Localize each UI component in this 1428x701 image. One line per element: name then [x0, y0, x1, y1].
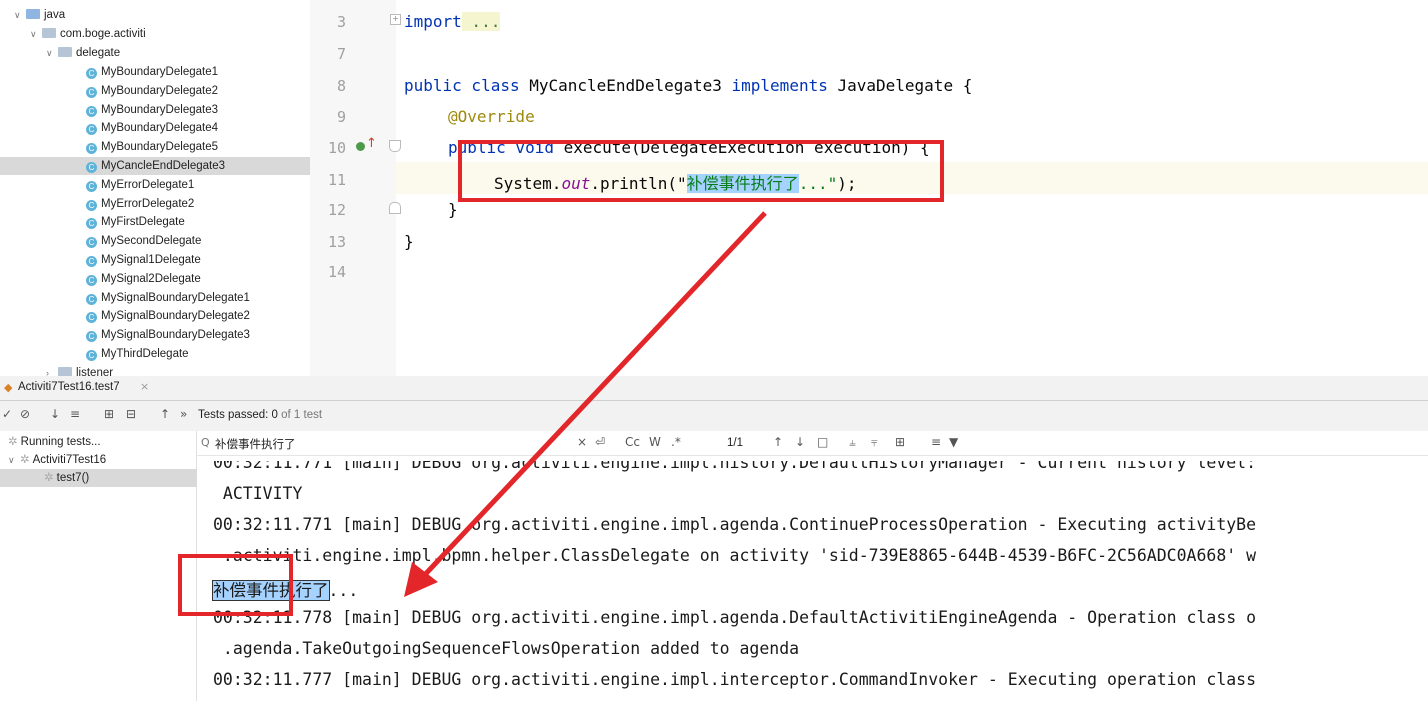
- line-number: 11: [327, 171, 346, 189]
- line-number: 7: [336, 45, 346, 63]
- line-number: 9: [336, 108, 346, 126]
- line-number: 8: [336, 77, 346, 95]
- annotation-arrow: [404, 211, 767, 597]
- line-number: 3: [336, 13, 346, 31]
- arrow-line: [416, 211, 767, 584]
- line-number: 13: [327, 233, 346, 251]
- line-number: 14: [327, 263, 346, 281]
- line-number: 12: [327, 201, 346, 219]
- line-number: 10: [327, 139, 346, 157]
